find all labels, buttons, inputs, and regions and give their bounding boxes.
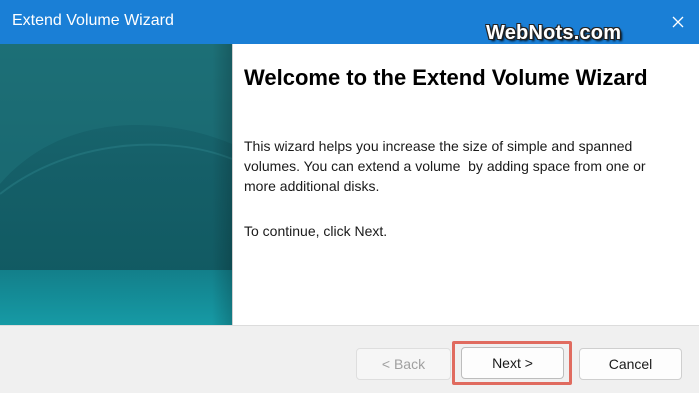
watermark-logo: WebNots.com (486, 22, 622, 44)
page-title: Welcome to the Extend Volume Wizard (244, 65, 648, 90)
window-title: Extend Volume Wizard (12, 12, 174, 29)
title-bar: Extend Volume Wizard WebNots.com (0, 0, 699, 44)
close-icon (672, 16, 684, 28)
back-button[interactable]: < Back (356, 348, 451, 380)
wizard-description: This wizard helps you increase the size … (244, 138, 650, 194)
wizard-content: Welcome to the Extend Volume Wizard This… (232, 44, 699, 325)
close-button[interactable] (663, 8, 693, 36)
button-bar: < Back Next > Cancel (0, 325, 699, 393)
next-button[interactable]: Next > (461, 347, 564, 379)
cancel-button[interactable]: Cancel (579, 348, 682, 380)
wizard-banner-image (0, 44, 232, 325)
continue-instruction: To continue, click Next. (244, 223, 388, 239)
